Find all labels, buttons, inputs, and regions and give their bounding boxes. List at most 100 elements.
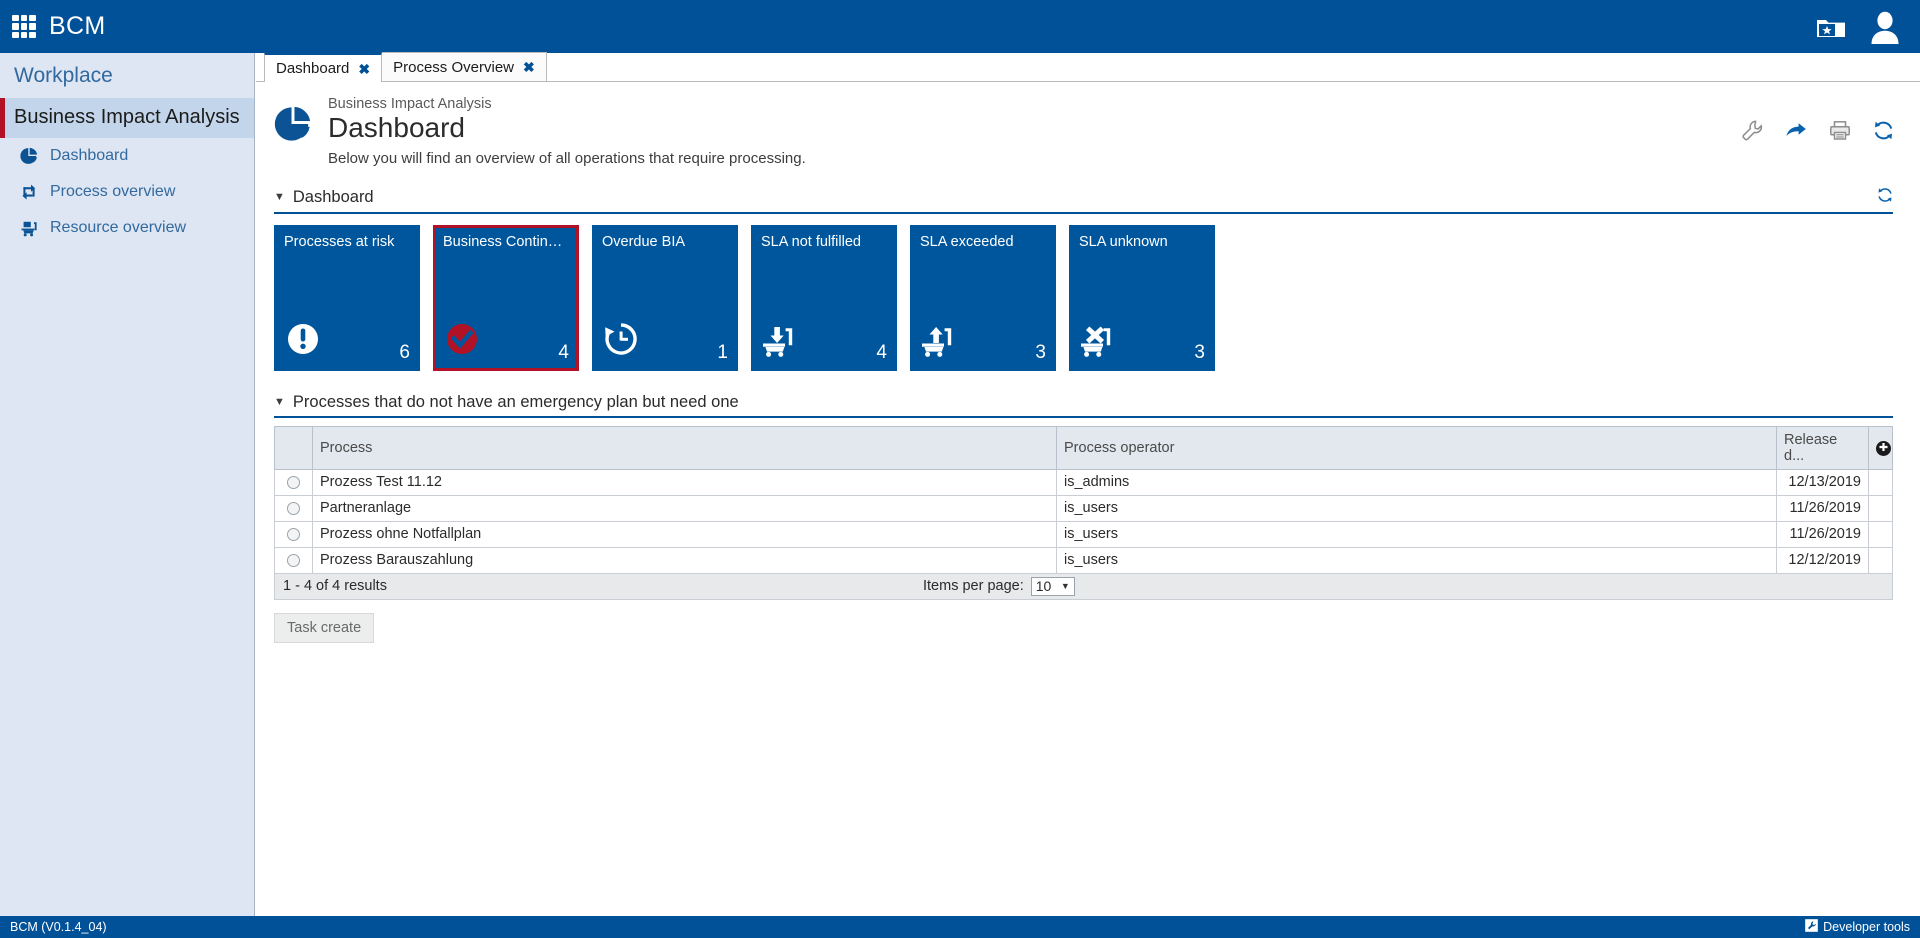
tile-count: 3 — [1194, 341, 1205, 363]
kpi-tile-grid: Processes at risk 6 Business Contingenc.… — [274, 224, 1920, 371]
cell-process: Prozess Barauszahlung — [312, 546, 1057, 574]
sidebar: Workplace Business Impact Analysis Dashb… — [0, 53, 255, 922]
task-create-button[interactable]: Task create — [274, 612, 375, 643]
chevron-down-icon: ▼ — [1060, 581, 1070, 592]
items-per-page-control: Items per page: 10 ▼ — [923, 576, 1075, 596]
page-title: Dashboard — [328, 112, 465, 143]
tab-close-icon[interactable]: ✖ — [523, 60, 535, 74]
refresh-icon[interactable] — [1873, 120, 1894, 146]
cart-arrow-down-icon — [761, 324, 799, 363]
tile-count: 6 — [399, 341, 410, 363]
sidebar-item-dashboard[interactable]: Dashboard — [0, 138, 254, 174]
row-select-cell[interactable] — [274, 520, 313, 548]
cell-process-operator: is_users — [1056, 494, 1777, 522]
table-settings-icon[interactable]: ✚ — [1868, 425, 1893, 470]
cell-process-operator: is_admins — [1056, 468, 1777, 496]
row-radio-icon[interactable] — [287, 501, 300, 515]
app-brand[interactable]: BCM — [0, 12, 105, 41]
tile-title: Overdue BIA — [602, 233, 686, 250]
tile-count: 4 — [558, 341, 569, 363]
grid-logo-icon — [12, 14, 36, 39]
tile-count: 1 — [717, 341, 728, 363]
check-circle-icon — [443, 320, 481, 363]
column-header-release-date[interactable]: Release d... — [1776, 425, 1869, 470]
cart-arrow-up-icon — [920, 324, 958, 363]
column-header-process-operator[interactable]: Process operator — [1056, 425, 1777, 470]
tile-processes-at-risk[interactable]: Processes at risk 6 — [274, 224, 420, 371]
cell-release-date: 11/26/2019 — [1776, 520, 1869, 548]
table-footer: 1 - 4 of 4 results Items per page: 10 ▼ — [274, 573, 1893, 600]
sidebar-item-process-overview[interactable]: Process overview — [0, 174, 254, 210]
printer-icon[interactable] — [1829, 120, 1851, 146]
column-header-process[interactable]: Process — [312, 425, 1057, 470]
cell-process-operator: is_users — [1056, 520, 1777, 548]
sidebar-item-label: Dashboard — [50, 147, 129, 164]
sidebar-item-label: Process overview — [50, 183, 176, 200]
table-section-title: Processes that do not have an emergency … — [292, 392, 739, 411]
history-clock-icon — [602, 320, 640, 363]
chevron-down-icon[interactable]: ▼ — [274, 396, 285, 408]
table-row[interactable]: Prozess ohne Notfallplan is_users 11/26/… — [274, 520, 1893, 548]
cell-process-operator: is_users — [1056, 546, 1777, 574]
tile-count: 4 — [876, 341, 887, 363]
results-count: 1 - 4 of 4 results — [283, 578, 387, 595]
cell-process: Prozess Test 11.12 — [312, 468, 1057, 496]
sidebar-section-business-impact-analysis[interactable]: Business Impact Analysis — [0, 98, 254, 138]
chevron-down-icon[interactable]: ▼ — [274, 191, 285, 203]
row-select-cell[interactable] — [274, 546, 313, 574]
tile-sla-unknown[interactable]: SLA unknown 3 — [1069, 224, 1215, 371]
table-section-divider — [274, 415, 1893, 418]
row-select-cell[interactable] — [274, 494, 313, 522]
tab-process-overview[interactable]: Process Overview ✖ — [381, 52, 547, 81]
row-select-cell[interactable] — [274, 468, 313, 496]
tile-title: SLA not fulfilled — [761, 233, 861, 250]
row-gear-cell — [1868, 494, 1893, 522]
cell-process: Partneranlage — [312, 494, 1057, 522]
tile-title: SLA unknown — [1079, 233, 1168, 250]
row-gear-cell — [1868, 468, 1893, 496]
items-per-page-select[interactable]: 10 ▼ — [1030, 576, 1075, 596]
table-row[interactable]: Prozess Test 11.12 is_admins 12/13/2019 — [274, 468, 1893, 496]
developer-tools-button[interactable]: Developer tools — [1805, 919, 1910, 935]
tile-title: Processes at risk — [284, 233, 395, 250]
page-subtitle: Below you will find an overview of all o… — [328, 149, 806, 167]
sidebar-item-resource-overview[interactable]: Resource overview — [0, 210, 254, 246]
tile-sla-not-fulfilled[interactable]: SLA not fulfilled 4 — [751, 224, 897, 371]
share-arrow-icon[interactable] — [1785, 120, 1807, 146]
sidebar-section-label: Business Impact Analysis — [14, 106, 240, 128]
tile-business-contingency[interactable]: Business Contingenc... 4 — [433, 224, 579, 371]
table-settings-button[interactable]: ✚ — [1876, 441, 1891, 457]
processes-table: Process Process operator Release d... ✚ … — [274, 425, 1893, 574]
tile-count: 3 — [1035, 341, 1046, 363]
processes-table-wrapper: Process Process operator Release d... ✚ … — [274, 425, 1893, 600]
tile-sla-exceeded[interactable]: SLA exceeded 3 — [910, 224, 1056, 371]
tile-title: Business Contingenc... — [443, 233, 576, 250]
wrench-box-icon — [1805, 919, 1818, 935]
tile-overdue-bia[interactable]: Overdue BIA 1 — [592, 224, 738, 371]
refresh-icon[interactable] — [1877, 187, 1893, 208]
table-section-header: ▼ Processes that do not have an emergenc… — [274, 393, 1893, 412]
top-bar: BCM — [0, 0, 1920, 53]
table-row[interactable]: Partneranlage is_users 11/26/2019 — [274, 494, 1893, 522]
column-header-select[interactable] — [274, 425, 313, 470]
table-row[interactable]: Prozess Barauszahlung is_users 12/12/201… — [274, 546, 1893, 574]
main-content: Dashboard ✖ Process Overview ✖ Business … — [256, 52, 1920, 922]
row-radio-icon[interactable] — [287, 553, 300, 567]
pie-chart-icon — [274, 96, 320, 148]
row-radio-icon[interactable] — [287, 475, 300, 489]
items-per-page-value: 10 — [1035, 578, 1052, 595]
exclamation-circle-icon — [284, 320, 322, 363]
dashboard-section-title: Dashboard — [292, 187, 374, 206]
page-toolbar — [1742, 120, 1894, 146]
tab-close-icon[interactable]: ✖ — [358, 62, 370, 76]
cell-release-date: 12/12/2019 — [1776, 546, 1869, 574]
developer-tools-label: Developer tools — [1823, 920, 1910, 934]
tab-dashboard[interactable]: Dashboard ✖ — [264, 52, 383, 82]
resource-cart-icon — [18, 218, 40, 238]
wrench-icon[interactable] — [1742, 120, 1763, 146]
favorites-folder-star-icon[interactable] — [1816, 15, 1846, 39]
row-radio-icon[interactable] — [287, 527, 300, 541]
tab-label: Dashboard — [276, 60, 350, 77]
cell-release-date: 12/13/2019 — [1776, 468, 1869, 496]
user-avatar-icon[interactable] — [1868, 10, 1902, 44]
